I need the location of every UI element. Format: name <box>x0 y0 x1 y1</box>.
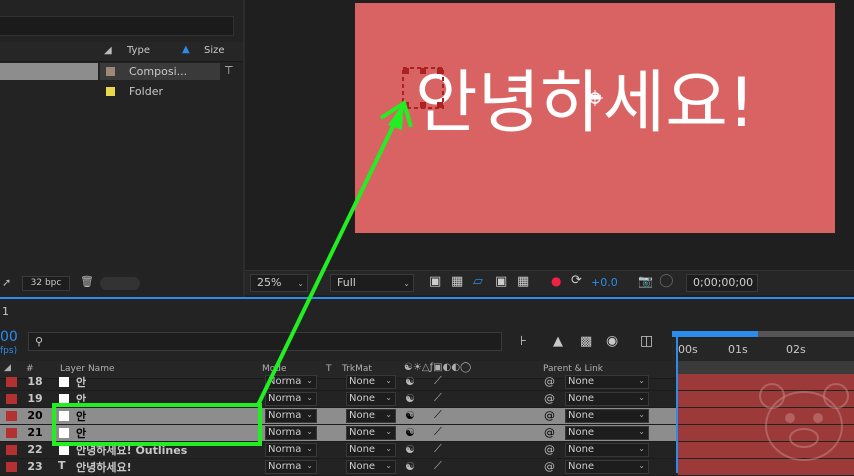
highlight-arrow <box>256 99 413 406</box>
